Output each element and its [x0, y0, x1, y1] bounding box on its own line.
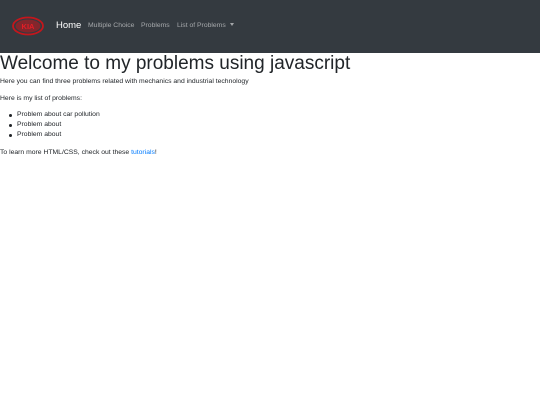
tutorials-link[interactable]: tutorials [131, 149, 155, 156]
learn-more-prefix: To learn more HTML/CSS, check out these [0, 149, 132, 156]
list-intro-text: Here is my list of problems: [0, 95, 82, 102]
nav-multiple-choice-link[interactable]: Multiple Choice [88, 21, 134, 31]
bullet-icon [9, 113, 12, 117]
learn-more-suffix: ! [154, 149, 157, 156]
nav-list-of-problems-label: List of Problems [177, 22, 226, 29]
nav-list-of-problems-dropdown[interactable]: List of Problems [177, 21, 234, 31]
list-item: Problem about [9, 130, 100, 140]
problem-list: Problem about car pollution Problem abou… [0, 110, 100, 140]
nav-home-link[interactable]: Home [56, 19, 81, 33]
problem-label: Problem about [17, 131, 62, 138]
caret-down-icon [229, 22, 234, 26]
bullet-icon [9, 133, 12, 137]
problem-label: Problem about car pollution [17, 111, 100, 118]
intro-text: Here you can find three problems related… [0, 78, 249, 85]
kia-logo[interactable]: KIA [12, 16, 44, 36]
learn-more-text: To learn more HTML/CSS, check out these … [0, 148, 157, 157]
navbar: KIA Home Multiple Choice Problems List o… [0, 0, 540, 53]
nav-problems-link[interactable]: Problems [141, 21, 170, 31]
logo-text: KIA [22, 22, 36, 31]
problem-label: Problem about [17, 121, 62, 128]
bullet-icon [9, 123, 12, 127]
list-item: Problem about [9, 120, 100, 130]
list-item: Problem about car pollution [9, 110, 100, 120]
page-title: Welcome to my problems using javascript [0, 53, 351, 74]
